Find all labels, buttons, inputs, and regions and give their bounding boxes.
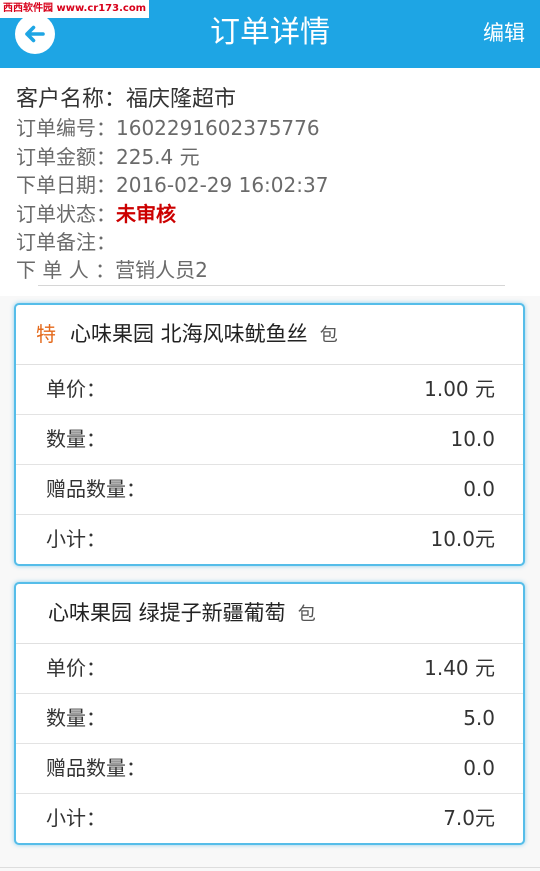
order-number-value: 1602291602375776 — [116, 116, 320, 141]
order-amount-label: 订单金额： — [16, 144, 116, 169]
subtotal-row: 小计： 10.0元 — [16, 515, 523, 564]
item-name: 心味果园 绿提子新疆葡萄 — [48, 601, 286, 625]
row-label: 单价： — [46, 656, 106, 680]
order-status-line: 订单状态：未审核 — [0, 200, 540, 228]
gift-quantity-row: 赠品数量： 0.0 — [16, 744, 523, 794]
row-value: 0.0 — [463, 477, 495, 501]
quantity-row: 数量： 5.0 — [16, 694, 523, 744]
customer-name-line: 客户名称：福庆隆超市 — [0, 86, 540, 114]
status-badge: 未审核 — [116, 201, 176, 226]
row-value: 10.0 — [450, 427, 495, 451]
item-unit: 包 — [319, 325, 338, 346]
order-note-label: 订单备注： — [16, 229, 116, 254]
item-header: 心味果园 绿提子新疆葡萄包 — [16, 584, 523, 644]
item-unit: 包 — [297, 604, 316, 625]
unit-price-row: 单价： 1.40 元 — [16, 644, 523, 694]
row-label: 数量： — [46, 427, 106, 451]
edit-button[interactable]: 编辑 — [483, 0, 525, 66]
customer-name-label: 客户名称： — [16, 87, 127, 112]
row-label: 单价： — [46, 377, 106, 401]
watermark: 西西软件园 www.cr173.com — [0, 0, 150, 18]
order-date-line: 下单日期：2016-02-29 16:02:37 — [0, 171, 540, 199]
row-value: 0.0 — [463, 756, 495, 780]
item-name: 心味果园 北海风味鱿鱼丝 — [70, 322, 308, 346]
row-label: 小计： — [46, 527, 106, 551]
subtotal-row: 小计： 7.0元 — [16, 794, 523, 843]
order-date-label: 下单日期： — [16, 173, 116, 198]
order-note-line: 订单备注： — [0, 228, 540, 256]
row-label: 小计： — [46, 806, 106, 830]
bottom-divider — [0, 867, 540, 868]
row-value: 1.00 元 — [424, 377, 495, 401]
unit-price-row: 单价： 1.00 元 — [16, 365, 523, 415]
customer-name-value: 福庆隆超市 — [126, 87, 237, 112]
order-amount-value: 225.4 元 — [116, 144, 200, 169]
row-value: 7.0元 — [443, 806, 495, 830]
order-info: 客户名称：福庆隆超市 订单编号：1602291602375776 订单金额：22… — [0, 68, 540, 296]
row-value: 1.40 元 — [424, 656, 495, 680]
row-value: 10.0元 — [430, 527, 495, 551]
order-item-card: 特心味果园 北海风味鱿鱼丝包 单价： 1.00 元 数量： 10.0 赠品数量：… — [14, 303, 525, 566]
order-item-card: 心味果园 绿提子新疆葡萄包 单价： 1.40 元 数量： 5.0 赠品数量： 0… — [14, 582, 525, 845]
gift-quantity-row: 赠品数量： 0.0 — [16, 465, 523, 515]
order-creator-value: 营销人员2 — [115, 258, 208, 283]
order-status-label: 订单状态： — [16, 201, 116, 226]
row-label: 赠品数量： — [46, 477, 146, 501]
order-amount-line: 订单金额：225.4 元 — [0, 143, 540, 171]
row-label: 数量： — [46, 706, 106, 730]
creator-underline — [38, 285, 505, 286]
special-badge: 特 — [36, 322, 56, 346]
order-creator-line: 下 单 人 ：营销人员2 — [0, 256, 540, 284]
row-value: 5.0 — [463, 706, 495, 730]
item-header: 特心味果园 北海风味鱿鱼丝包 — [16, 305, 523, 365]
order-date-value: 2016-02-29 16:02:37 — [116, 173, 329, 198]
order-number-line: 订单编号：1602291602375776 — [0, 114, 540, 142]
quantity-row: 数量： 10.0 — [16, 415, 523, 465]
row-label: 赠品数量： — [46, 756, 146, 780]
order-number-label: 订单编号： — [16, 116, 116, 141]
order-creator-label: 下 单 人 ： — [16, 258, 116, 283]
